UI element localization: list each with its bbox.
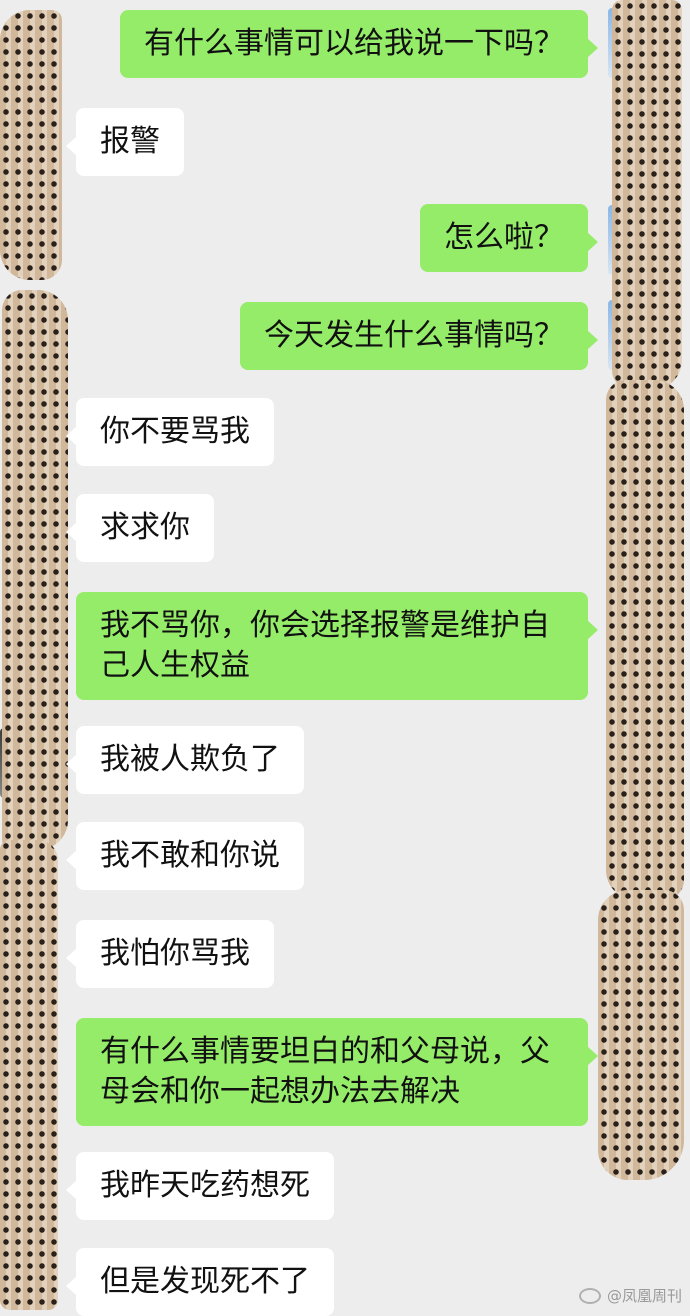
incoming-message[interactable]: 你不要骂我	[66, 398, 274, 466]
watermark-text: @凤凰周刊	[606, 1287, 682, 1305]
weibo-icon	[578, 1287, 601, 1304]
outgoing-message[interactable]: 有什么事情可以给我说一下吗？	[120, 10, 598, 78]
outgoing-message[interactable]: 有什么事情要坦白的和父母说，父母会和你一起想办法去解决	[76, 1018, 598, 1126]
redacted-left-column	[0, 840, 58, 1310]
outgoing-message[interactable]: 我不骂你，你会选择报警是维护自己人生权益	[76, 592, 598, 700]
redacted-right-column	[598, 890, 684, 1180]
watermark: @凤凰周刊	[578, 1285, 682, 1306]
outgoing-message[interactable]: 怎么啦？	[420, 204, 598, 272]
incoming-message[interactable]: 求求你	[66, 494, 214, 562]
redacted-left-column	[2, 290, 68, 850]
incoming-message[interactable]: 但是发现死不了	[66, 1248, 334, 1316]
incoming-message[interactable]: 我不敢和你说	[66, 822, 304, 890]
incoming-message[interactable]: 报警	[66, 108, 184, 176]
incoming-message[interactable]: 我怕你骂我	[66, 920, 274, 988]
redacted-right-column	[606, 380, 684, 900]
outgoing-message[interactable]: 今天发生什么事情吗？	[240, 302, 598, 370]
redacted-left-column	[0, 10, 62, 280]
redacted-right-column	[612, 0, 682, 390]
incoming-message[interactable]: 我昨天吃药想死	[66, 1152, 334, 1220]
incoming-message[interactable]: 我被人欺负了	[66, 726, 304, 794]
